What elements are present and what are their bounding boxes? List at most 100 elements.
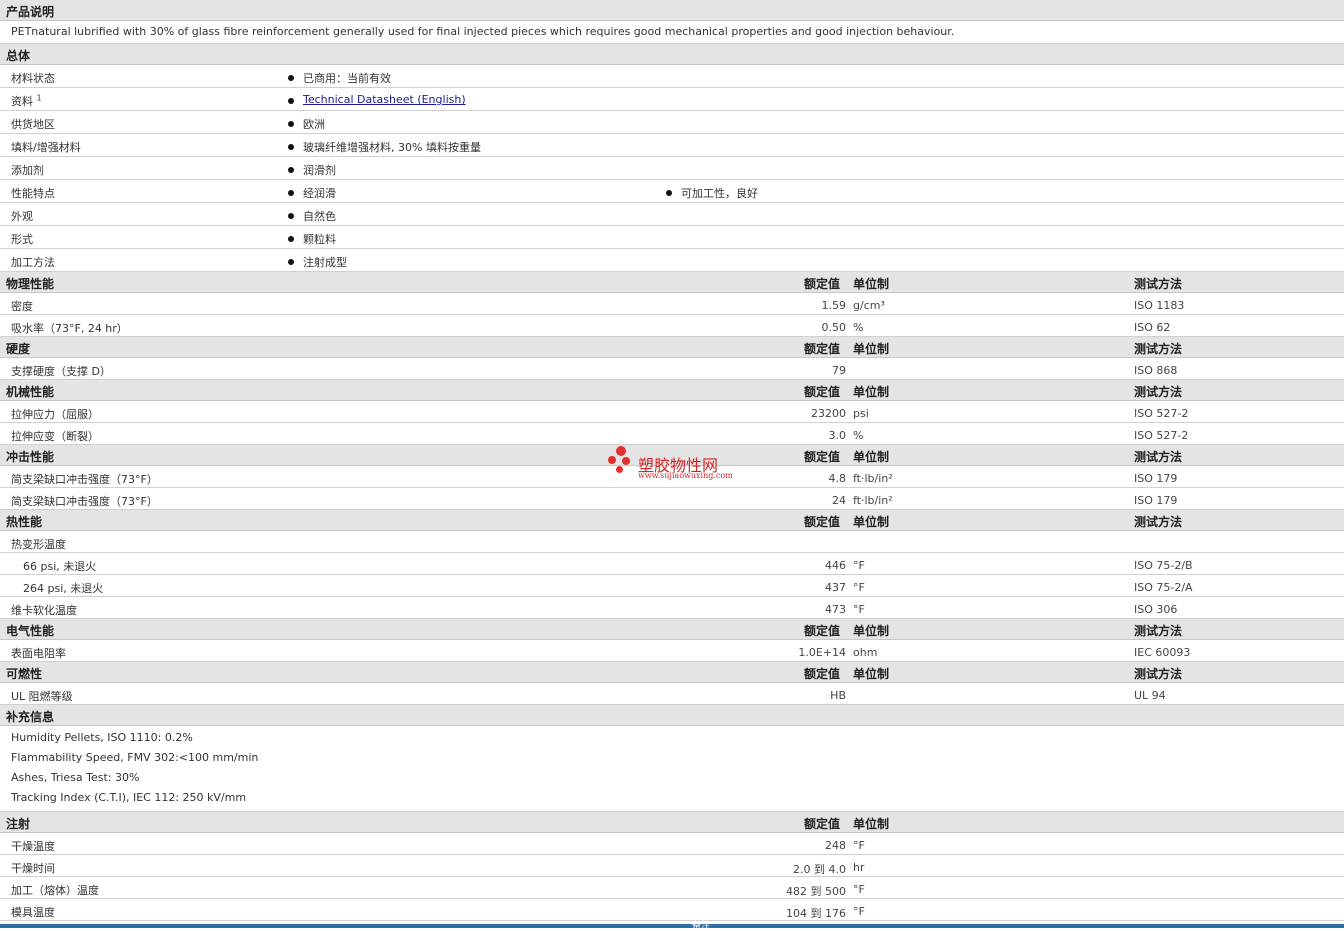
property-value: 注射成型 — [303, 256, 347, 269]
col-unit-header: 单位制 — [853, 667, 890, 681]
supplemental-line: Tracking Index (C.T.I), IEC 112: 250 kV/… — [11, 791, 247, 804]
bullet-icon — [288, 144, 294, 150]
property-value: 1.59 — [821, 299, 847, 312]
test-method: ISO 75-2/A — [1134, 581, 1193, 594]
supplemental-line: Ashes, Triesa Test: 30% — [11, 771, 140, 784]
property-label: 供货地区 — [11, 118, 55, 131]
test-method: ISO 527-2 — [1134, 407, 1189, 420]
property-value: 欧洲 — [303, 118, 325, 131]
general-row: 供货地区 欧洲 — [0, 111, 1344, 134]
section-title: 补充信息 — [6, 710, 55, 724]
data-row: 66 psi, 未退火 446 °F ISO 75-2/B — [0, 553, 1344, 575]
logo-dot-icon — [608, 456, 616, 464]
property-value: 24 — [832, 494, 846, 507]
property-label: 吸水率（73°F, 24 hr） — [11, 322, 128, 335]
property-value: 润滑剂 — [303, 164, 336, 177]
property-label: 表面电阻率 — [11, 647, 66, 660]
property-unit: °F — [853, 581, 865, 594]
property-value: 0.50 — [821, 321, 847, 334]
property-label: 形式 — [11, 233, 33, 246]
property-value: 2.0 到 4.0 — [793, 863, 846, 876]
test-method: ISO 868 — [1134, 364, 1178, 377]
bullet-icon — [288, 98, 294, 104]
property-value: 玻璃纤维增强材料, 30% 填料按重量 — [303, 141, 481, 154]
property-value: 79 — [832, 364, 846, 377]
data-row: 干燥时间 2.0 到 4.0 hr — [0, 855, 1344, 877]
section-title: 可燃性 — [6, 667, 43, 681]
data-row: 热变形温度 — [0, 531, 1344, 553]
property-unit: hr — [853, 861, 865, 874]
property-label: 简支梁缺口冲击强度（73°F） — [11, 495, 158, 508]
col-unit-header: 单位制 — [853, 624, 890, 638]
property-value: 经润滑 — [303, 187, 336, 200]
property-label: 材料状态 — [11, 72, 55, 85]
property-label: 维卡软化温度 — [11, 604, 77, 617]
data-row: 264 psi, 未退火 437 °F ISO 75-2/A — [0, 575, 1344, 597]
col-test-header: 测试方法 — [1134, 515, 1183, 529]
property-value: 1.0E+14 — [798, 646, 846, 659]
supplemental-notes: Humidity Pellets, ISO 1110: 0.2% Flammab… — [0, 726, 1344, 812]
test-method: UL 94 — [1134, 689, 1166, 702]
property-unit: °F — [853, 603, 865, 616]
property-unit: g/cm³ — [853, 299, 885, 312]
test-method: ISO 527-2 — [1134, 429, 1189, 442]
col-unit-header: 单位制 — [853, 450, 890, 464]
col-value-header: 额定值 — [804, 450, 841, 464]
section-header-general: 总体 — [0, 44, 1344, 65]
bullet-icon — [288, 167, 294, 173]
data-row: 模具温度 104 到 176 °F — [0, 899, 1344, 921]
col-test-header: 测试方法 — [1134, 385, 1183, 399]
property-unit: °F — [853, 559, 865, 572]
property-label: 拉伸应变（断裂） — [11, 430, 99, 443]
col-value-header: 额定值 — [804, 624, 841, 638]
property-value: 颗粒料 — [303, 233, 336, 246]
section-title: 注射 — [6, 817, 31, 831]
property-unit: °F — [853, 905, 865, 918]
property-label: 资料 1 — [11, 93, 42, 108]
section-title: 机械性能 — [6, 385, 55, 399]
property-unit: °F — [853, 883, 865, 896]
property-label: 密度 — [11, 300, 33, 313]
section-title: 产品说明 — [6, 5, 55, 19]
property-label: 外观 — [11, 210, 33, 223]
section-header-electrical: 电气性能 额定值 单位制 测试方法 — [0, 619, 1344, 640]
property-label: 热变形温度 — [11, 538, 66, 551]
datasheet-link[interactable]: Technical Datasheet (English) — [303, 93, 466, 106]
property-label: 性能特点 — [11, 187, 55, 200]
property-label: 添加剂 — [11, 164, 44, 177]
product-description: PETnatural lubrified with 30% of glass f… — [11, 25, 955, 38]
data-row: 干燥温度 248 °F — [0, 833, 1344, 855]
property-value: HB — [830, 689, 846, 702]
property-label: 干燥温度 — [11, 840, 55, 853]
footnote-marker: 1 — [36, 93, 42, 103]
general-row: 形式 颗粒料 — [0, 226, 1344, 249]
property-value: 3.0 — [828, 429, 847, 442]
general-row: 填料/增强材料 玻璃纤维增强材料, 30% 填料按重量 — [0, 134, 1344, 157]
data-row: 表面电阻率 1.0E+14 ohm IEC 60093 — [0, 640, 1344, 662]
property-value: 已商用：当前有效 — [303, 72, 391, 85]
test-method: ISO 179 — [1134, 472, 1178, 485]
property-value: 4.8 — [828, 472, 847, 485]
property-label: 填料/增强材料 — [11, 141, 81, 154]
logo-dot-icon — [616, 446, 626, 456]
data-row: UL 阻燃等级 HB UL 94 — [0, 683, 1344, 705]
bullet-icon — [288, 213, 294, 219]
general-row: 加工方法 注射成型 — [0, 249, 1344, 272]
col-value-header: 额定值 — [804, 277, 841, 291]
property-unit: % — [853, 429, 864, 442]
col-unit-header: 单位制 — [853, 342, 890, 356]
col-value-header: 额定值 — [804, 667, 841, 681]
col-value-header: 额定值 — [804, 385, 841, 399]
bullet-icon — [288, 190, 294, 196]
col-test-header: 测试方法 — [1134, 667, 1183, 681]
property-unit: % — [853, 321, 864, 334]
property-value: 482 到 500 — [786, 885, 846, 898]
property-value: 446 — [825, 559, 846, 572]
bullet-icon — [288, 259, 294, 265]
col-test-header: 测试方法 — [1134, 277, 1183, 291]
bullet-icon — [288, 236, 294, 242]
section-title: 电气性能 — [6, 624, 55, 638]
col-unit-header: 单位制 — [853, 277, 890, 291]
property-value: 104 到 176 — [786, 907, 846, 920]
section-title: 硬度 — [6, 342, 31, 356]
